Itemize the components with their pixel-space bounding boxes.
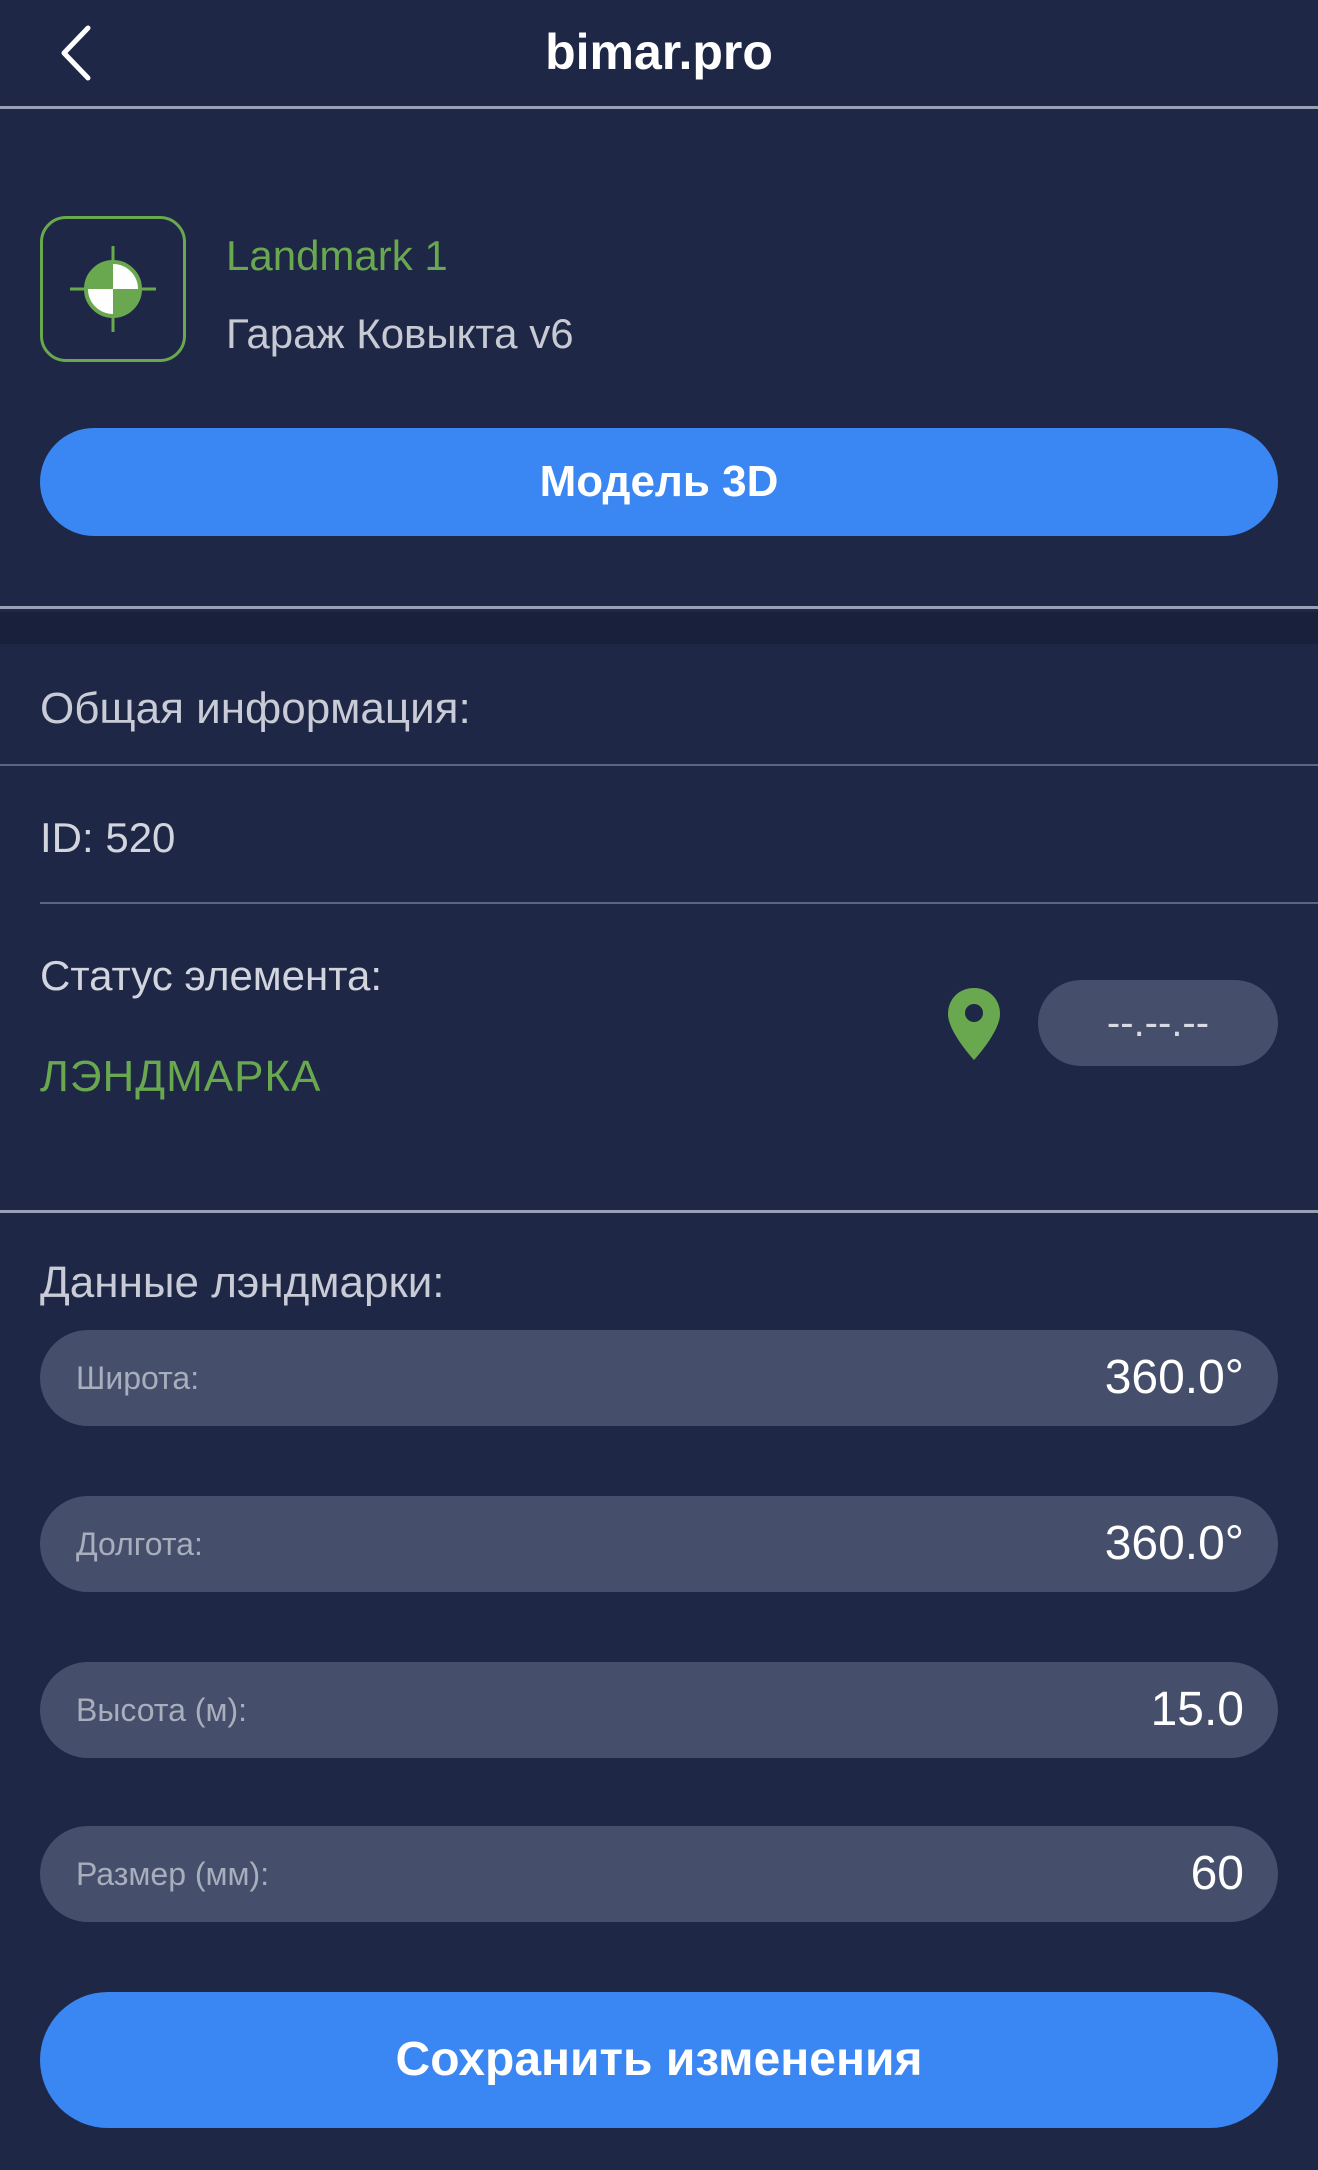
status-label: Статус элемента:	[40, 952, 383, 999]
latitude-value[interactable]: 360.0°	[1105, 1330, 1244, 1426]
section-separator-band	[0, 612, 1318, 644]
longitude-label: Долгота:	[76, 1526, 203, 1562]
latitude-field[interactable]: Широта: 360.0°	[40, 1330, 1278, 1426]
general-info-divider	[0, 764, 1318, 766]
general-info-title: Общая информация:	[40, 684, 471, 733]
top-bar: bimar.pro	[0, 0, 1318, 106]
longitude-value[interactable]: 360.0°	[1105, 1496, 1244, 1592]
longitude-field[interactable]: Долгота: 360.0°	[40, 1496, 1278, 1592]
section-divider	[0, 606, 1318, 609]
status-value: ЛЭНДМАРКА	[40, 1052, 322, 1101]
element-id: ID: 520	[40, 814, 176, 861]
element-name: Landmark 1	[226, 232, 448, 279]
altitude-label: Высота (м):	[76, 1692, 247, 1728]
altitude-field[interactable]: Высота (м): 15.0	[40, 1662, 1278, 1758]
element-project: Гараж Ковыкта v6	[226, 310, 574, 357]
size-value[interactable]: 60	[1191, 1826, 1244, 1922]
model-3d-button[interactable]: Модель 3D	[40, 428, 1278, 536]
landmark-target-icon	[40, 216, 186, 362]
landmark-data-title: Данные лэндмарки:	[40, 1258, 445, 1307]
date-field[interactable]: --.--.--	[1038, 980, 1278, 1066]
latitude-label: Широта:	[76, 1360, 200, 1396]
header-divider	[0, 106, 1318, 109]
size-label: Размер (мм):	[76, 1856, 270, 1892]
size-field[interactable]: Размер (мм): 60	[40, 1826, 1278, 1922]
id-divider	[40, 902, 1318, 904]
altitude-value[interactable]: 15.0	[1151, 1662, 1244, 1758]
location-pin-icon[interactable]	[946, 986, 1002, 1062]
save-changes-button[interactable]: Сохранить изменения	[40, 1992, 1278, 2128]
page-title: bimar.pro	[545, 24, 773, 80]
status-divider	[0, 1210, 1318, 1213]
